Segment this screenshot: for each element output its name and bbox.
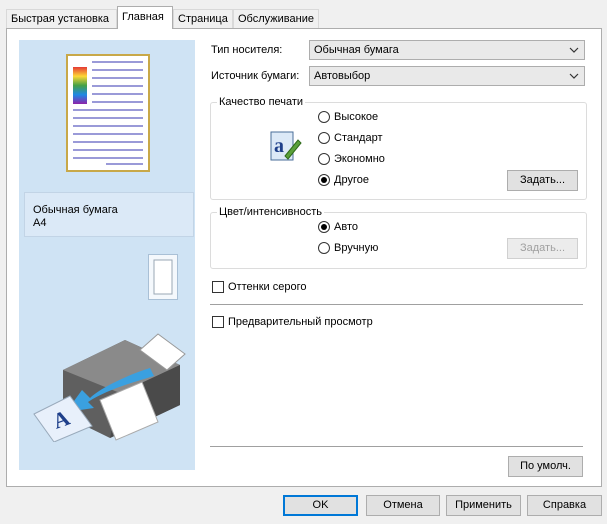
media-type-value: Обычная бумага (314, 44, 399, 56)
page-preview-image (66, 54, 150, 172)
cancel-button[interactable]: Отмена (366, 495, 440, 516)
ok-button[interactable]: OK (283, 495, 358, 516)
tab-label: Главная (122, 11, 164, 23)
tab-maintenance[interactable]: Обслуживание (233, 9, 319, 28)
grayscale-label[interactable]: Оттенки серого (228, 281, 306, 293)
paper-source-value: Автовыбор (314, 70, 371, 82)
paper-size-text: A4 (33, 217, 47, 229)
printer-paper-feed-icon: A (33, 333, 186, 442)
button-label: По умолч. (520, 460, 571, 472)
color-auto-label[interactable]: Авто (334, 221, 358, 233)
defaults-button[interactable]: По умолч. (508, 456, 583, 477)
quality-draft-radio[interactable] (318, 153, 330, 165)
print-quality-icon: a (270, 131, 302, 161)
quality-high-radio[interactable] (318, 111, 330, 123)
chevron-down-icon (569, 47, 579, 53)
tab-label: Быстрая установка (11, 13, 110, 25)
color-manual-radio[interactable] (318, 242, 330, 254)
media-name-text: Обычная бумага (33, 204, 118, 216)
tab-quick-setup[interactable]: Быстрая установка (6, 9, 117, 28)
tab-page-setup[interactable]: Страница (173, 9, 233, 28)
button-label: Справка (542, 499, 587, 511)
quality-custom-label[interactable]: Другое (334, 174, 369, 186)
color-set-button[interactable]: Задать... (507, 238, 578, 259)
media-info-box: Обычная бумага A4 (24, 192, 194, 237)
separator (210, 446, 583, 447)
quality-standard-label[interactable]: Стандарт (334, 132, 383, 144)
color-manual-label[interactable]: Вручную (334, 242, 378, 254)
media-type-label: Тип носителя: (211, 44, 283, 56)
print-quality-title: Качество печати (217, 96, 306, 108)
chevron-down-icon (569, 73, 579, 79)
quality-high-label[interactable]: Высокое (334, 111, 378, 123)
quality-draft-label[interactable]: Экономно (334, 153, 385, 165)
quality-set-button[interactable]: Задать... (507, 170, 578, 191)
preview-before-print-checkbox[interactable] (212, 316, 224, 328)
tab-label: Страница (178, 13, 228, 25)
tab-main[interactable]: Главная (117, 6, 173, 29)
apply-button[interactable]: Применить (446, 495, 521, 516)
paper-source-label: Источник бумаги: (211, 70, 300, 82)
button-label: Задать... (520, 174, 565, 186)
grayscale-checkbox[interactable] (212, 281, 224, 293)
button-label: OK (312, 499, 329, 511)
button-label: Отмена (383, 499, 423, 511)
button-label: Применить (455, 499, 512, 511)
help-button[interactable]: Справка (527, 495, 602, 516)
tab-label: Обслуживание (238, 13, 314, 25)
button-label: Задать... (520, 242, 565, 254)
svg-text:a: a (274, 135, 284, 157)
color-intensity-title: Цвет/интенсивность (217, 206, 324, 218)
media-type-select[interactable]: Обычная бумага (309, 40, 585, 60)
quality-custom-radio[interactable] (318, 174, 330, 186)
portrait-orientation-icon (148, 254, 178, 300)
preview-before-print-label[interactable]: Предварительный просмотр (228, 316, 373, 328)
paper-source-select[interactable]: Автовыбор (309, 66, 585, 86)
quality-standard-radio[interactable] (318, 132, 330, 144)
separator (210, 304, 583, 305)
color-auto-radio[interactable] (318, 221, 330, 233)
